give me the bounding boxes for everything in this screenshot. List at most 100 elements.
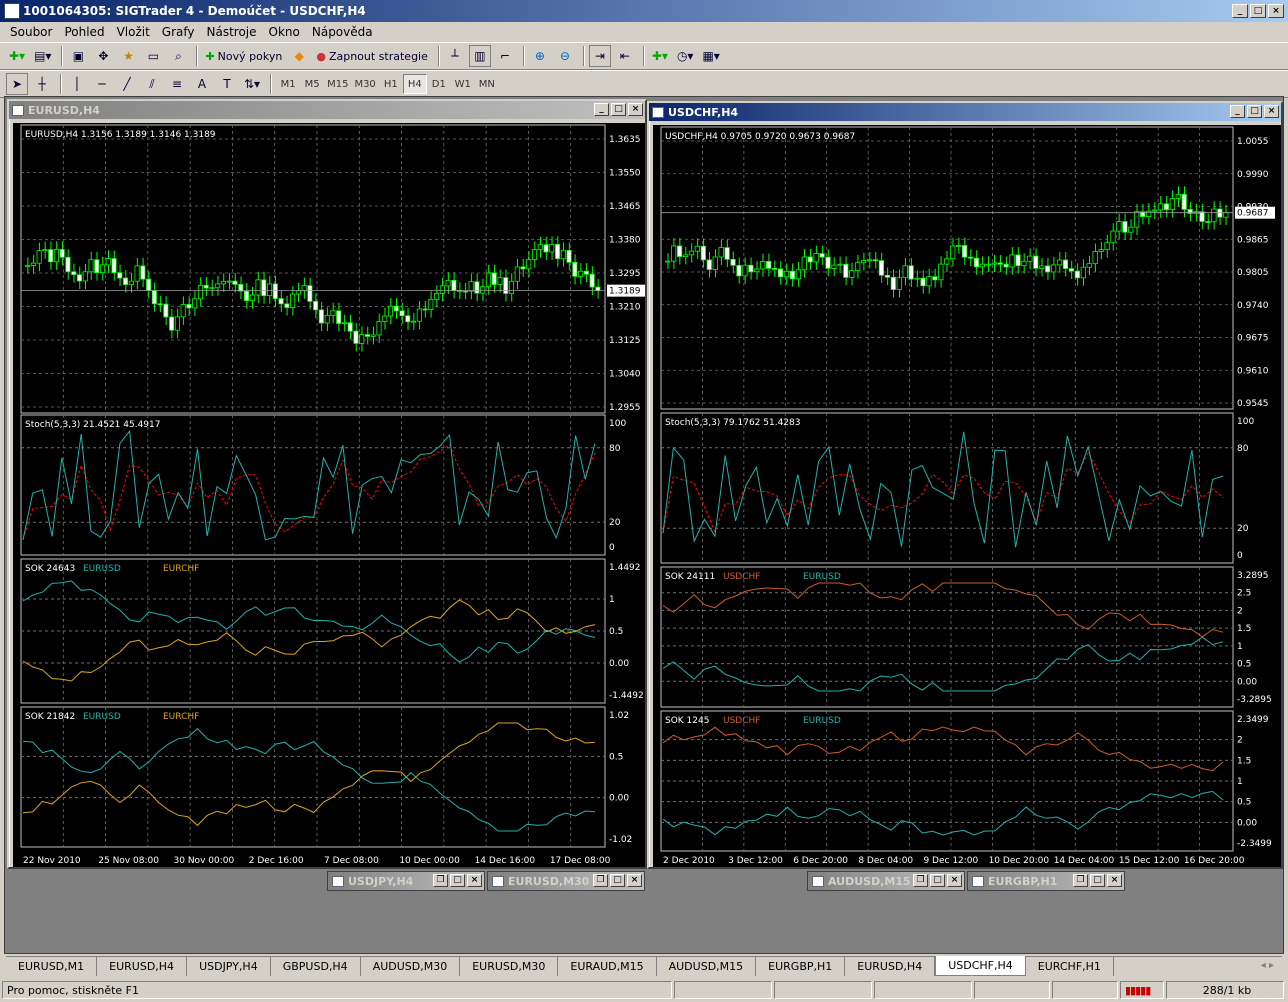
close-button[interactable]: × [627, 874, 642, 887]
trendline-icon[interactable]: ╱ [116, 73, 138, 95]
menu-vlozit[interactable]: Vložit [111, 25, 156, 39]
chart-window-usdchf[interactable]: USDCHF,H4 _ □ × 1.00550.99900.99300.9865… [647, 101, 1283, 869]
minimize-button[interactable]: _ [594, 103, 609, 116]
market-watch-icon[interactable]: ▣ [67, 45, 89, 67]
new-chart-icon[interactable]: ✚▾ [6, 45, 28, 67]
tf-m5[interactable]: M5 [300, 74, 324, 94]
close-button[interactable]: × [1107, 874, 1122, 887]
candle-chart-icon[interactable]: ▥ [468, 45, 491, 67]
chart-tab[interactable]: EURGBP,H1 [756, 957, 846, 976]
chart-tab[interactable]: EURCHF,H1 [1026, 957, 1114, 976]
minimized-window-eurusd-m30[interactable]: EURUSD,M30 ❐ □ × [487, 871, 645, 891]
chart-canvas[interactable]: 1.00550.99900.99300.98650.98050.97400.96… [653, 125, 1281, 867]
minimized-window-eurgbp[interactable]: EURGBP,H1 ❐ □ × [967, 871, 1125, 891]
maximize-button[interactable]: □ [610, 874, 625, 887]
chart-window-eurusd[interactable]: EURUSD,H4 _ □ × 1.3635 1.3550 1.3465 1.3380… [7, 99, 647, 869]
chart-tab[interactable]: USDCHF,H4 [935, 956, 1026, 976]
candle-body [434, 292, 440, 300]
arrows-icon[interactable]: ⇅▾ [241, 73, 263, 95]
cursor-icon[interactable]: ➤ [6, 73, 28, 95]
data-window-icon[interactable]: ✥ [92, 45, 114, 67]
maximize-button[interactable]: □ [930, 874, 945, 887]
indicators-icon[interactable]: ✚▾ [649, 45, 671, 67]
maximize-button[interactable]: □ [1090, 874, 1105, 887]
tf-w1[interactable]: W1 [451, 74, 475, 94]
chart-tab[interactable]: EURAUD,M15 [558, 957, 657, 976]
profiles-icon[interactable]: ▤▾ [31, 45, 54, 67]
zoom-in-icon[interactable]: ⊕ [529, 45, 551, 67]
tf-h4[interactable]: H4 [402, 74, 427, 94]
navigator-icon[interactable]: ★ [117, 45, 139, 67]
chart-shift-icon[interactable]: ⇤ [614, 45, 636, 67]
chart-tab[interactable]: AUDUSD,M30 [361, 957, 461, 976]
tf-m1[interactable]: M1 [276, 74, 300, 94]
maximize-button[interactable]: □ [450, 874, 465, 887]
price-tick-label: 1.0055 [1237, 137, 1269, 147]
restore-button[interactable]: ❐ [1073, 874, 1088, 887]
sok-tick-label: 0.00 [609, 794, 629, 804]
chart-tab[interactable]: GBPUSD,H4 [271, 957, 361, 976]
bar-chart-icon[interactable]: ┴ [444, 45, 466, 67]
maximize-button[interactable]: □ [1247, 105, 1262, 118]
close-button[interactable]: × [628, 103, 643, 116]
tf-mn[interactable]: MN [475, 74, 499, 94]
candle-body [416, 308, 422, 322]
chart-window-titlebar[interactable]: EURUSD,H4 _ □ × [9, 101, 645, 119]
crosshair-icon[interactable]: ┼ [31, 73, 53, 95]
channel-icon[interactable]: ⫽ [141, 73, 163, 95]
vertical-line-icon[interactable]: │ [66, 73, 88, 95]
chart-tab[interactable]: EURUSD,H4 [97, 957, 188, 976]
menu-soubor[interactable]: Soubor [4, 25, 58, 39]
chart-canvas[interactable]: 1.3635 1.3550 1.3465 1.3380 1.3295 1.3210 1.31… [13, 123, 645, 867]
label-icon[interactable]: T [216, 73, 238, 95]
horizontal-line-icon[interactable]: ─ [91, 73, 113, 95]
minimized-window-audusd[interactable]: AUDUSD,M15 ❐ □ × [807, 871, 965, 891]
chart-tab[interactable]: AUDUSD,M15 [657, 957, 757, 976]
chart-window-titlebar[interactable]: USDCHF,H4 _ □ × [649, 103, 1281, 121]
tab-scroll-arrows[interactable]: ◂ ▸ [1261, 960, 1274, 971]
autoscroll-icon[interactable]: ⇥ [588, 45, 611, 67]
tf-d1[interactable]: D1 [427, 74, 451, 94]
terminal-icon[interactable]: ▭ [142, 45, 164, 67]
periods-icon[interactable]: ◷▾ [674, 45, 697, 67]
chart-tab[interactable]: USDJPY,H4 [187, 957, 271, 976]
tf-m15[interactable]: M15 [324, 74, 351, 94]
minimized-window-usdjpy[interactable]: USDJPY,H4 ❐ □ × [327, 871, 485, 891]
date-tick-label: 8 Dec 04:00 [858, 856, 913, 866]
maximize-button[interactable]: □ [611, 103, 626, 116]
new-order-button[interactable]: ✚ Nový pokyn [202, 45, 285, 67]
menu-napoveda[interactable]: Nápověda [306, 25, 379, 39]
zoom-out-icon[interactable]: ⊖ [554, 45, 576, 67]
minimize-button[interactable]: _ [1230, 105, 1245, 118]
sok-label: SOK 21842 [25, 712, 75, 722]
close-button[interactable]: × [1264, 105, 1279, 118]
tester-icon[interactable]: ⌕ [167, 45, 189, 67]
templates-icon[interactable]: ▦▾ [699, 45, 722, 67]
close-button[interactable]: × [947, 874, 962, 887]
menu-nastroje[interactable]: Nástroje [201, 25, 263, 39]
menu-okno[interactable]: Okno [263, 25, 306, 39]
chart-tab[interactable]: EURUSD,M30 [460, 957, 559, 976]
chart-tab[interactable]: EURUSD,M1 [6, 957, 98, 976]
maximize-button[interactable]: □ [1250, 4, 1266, 18]
candle-body [347, 322, 353, 332]
strategy-button[interactable]: ● Zapnout strategie [313, 45, 431, 67]
chart-tab[interactable]: EURUSD,H4 [845, 957, 936, 976]
chart-icon [972, 875, 984, 887]
close-button[interactable]: × [1268, 4, 1284, 18]
restore-button[interactable]: ❐ [593, 874, 608, 887]
tf-h1[interactable]: H1 [379, 74, 403, 94]
line-chart-icon[interactable]: ⌐ [494, 45, 516, 67]
text-icon[interactable]: A [191, 73, 213, 95]
fibo-icon[interactable]: ≡ [166, 73, 188, 95]
minimize-button[interactable]: _ [1232, 4, 1248, 18]
menu-grafy[interactable]: Grafy [156, 25, 201, 39]
close-button[interactable]: × [467, 874, 482, 887]
restore-button[interactable]: ❐ [913, 874, 928, 887]
restore-button[interactable]: ❐ [433, 874, 448, 887]
stoch-tick-label: 80 [609, 444, 621, 454]
candle-body [896, 277, 902, 290]
metaeditor-icon[interactable]: ◆ [288, 45, 310, 67]
tf-m30[interactable]: M30 [351, 74, 378, 94]
menu-pohled[interactable]: Pohled [58, 25, 110, 39]
